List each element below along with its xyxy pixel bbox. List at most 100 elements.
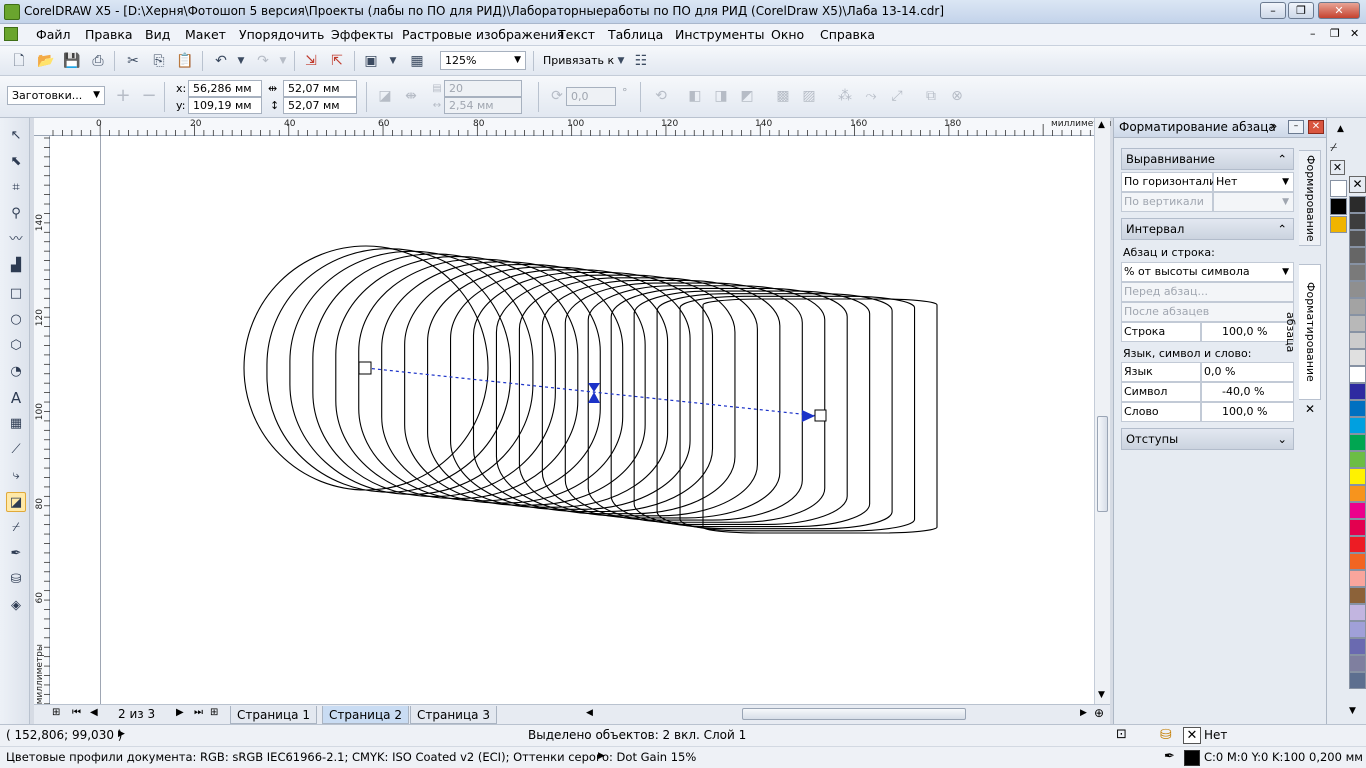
text-tool-icon[interactable]: A xyxy=(6,388,26,408)
palette-scroll-down-icon[interactable]: ▼ xyxy=(1349,706,1356,716)
docker-close-icon[interactable]: ✕ xyxy=(1308,120,1324,134)
menu-view[interactable]: Вид xyxy=(145,27,170,42)
fill-tool-icon[interactable]: ⛁ xyxy=(6,570,26,590)
last-page-icon[interactable]: ⏭ xyxy=(194,707,203,718)
vertical-ruler[interactable]: 140 120 100 80 60 миллиметры xyxy=(34,136,50,706)
undo-icon[interactable]: ↶ xyxy=(212,52,230,70)
next-page-icon[interactable]: ▶ xyxy=(176,707,184,718)
page-tab-2[interactable]: Страница 2 xyxy=(322,706,409,724)
first-page-icon[interactable]: ⏮ xyxy=(72,707,81,718)
vertical-scrollbar[interactable]: ▲ ▼ xyxy=(1094,118,1110,706)
page-tab-1[interactable]: Страница 1 xyxy=(230,706,317,724)
color-swatch[interactable] xyxy=(1349,451,1366,468)
redo-icon[interactable]: ↷ xyxy=(254,52,272,70)
color-swatch[interactable] xyxy=(1349,655,1366,672)
indents-section[interactable]: Отступы ⌄ xyxy=(1121,428,1294,450)
presets-select[interactable]: Заготовки... ▼ xyxy=(7,86,105,105)
clockwise-blend-icon[interactable]: ◨ xyxy=(712,87,730,105)
language-spacing-field[interactable]: 0,0 % xyxy=(1201,362,1294,382)
color-swatch[interactable] xyxy=(1349,502,1366,519)
x-position-field[interactable]: 56,286 мм xyxy=(188,80,262,97)
menu-text[interactable]: Текст xyxy=(558,27,595,42)
pick-tool-icon[interactable]: ↖ xyxy=(6,126,26,146)
close-button[interactable]: ✕ xyxy=(1318,2,1360,19)
doc-close-button[interactable]: ✕ xyxy=(1350,27,1359,40)
options-icon[interactable]: ☷ xyxy=(632,52,650,70)
color-swatch[interactable] xyxy=(1349,247,1366,264)
docker-collapse-icon[interactable]: » xyxy=(1270,119,1277,133)
loop-blend-icon[interactable]: ⟲ xyxy=(652,87,670,105)
import-icon[interactable]: ⇲ xyxy=(302,52,320,70)
minimize-button[interactable]: – xyxy=(1260,2,1286,19)
color-profiles-info[interactable]: Цветовые профили документа: RGB: sRGB IE… xyxy=(6,750,696,764)
scroll-up-icon[interactable]: ▲ xyxy=(1098,120,1105,130)
color-swatch[interactable] xyxy=(1349,230,1366,247)
color-swatch[interactable] xyxy=(1349,417,1366,434)
status-view-icon[interactable]: ⊡ xyxy=(1116,727,1127,742)
save-icon[interactable]: 💾 xyxy=(63,52,81,70)
basic-shapes-tool-icon[interactable]: ◔ xyxy=(6,362,26,382)
coreldraw-app-icon[interactable] xyxy=(4,4,20,20)
tab-shaping[interactable]: Формирование xyxy=(1299,150,1321,246)
after-paragraph-field[interactable]: После абзацев xyxy=(1121,302,1294,322)
menu-table[interactable]: Таблица xyxy=(608,27,663,42)
page-counter[interactable]: 2 из 3 xyxy=(118,707,155,721)
color-swatch[interactable] xyxy=(1349,281,1366,298)
color-swatch[interactable] xyxy=(1349,468,1366,485)
color-swatch[interactable] xyxy=(1349,196,1366,213)
new-document-icon[interactable]: 🗋 xyxy=(10,52,28,70)
undo-dropdown-icon[interactable]: ▼ xyxy=(232,52,250,70)
color-swatch[interactable] xyxy=(1349,604,1366,621)
y-position-field[interactable]: 109,19 мм xyxy=(188,97,262,114)
table-tool-icon[interactable]: ▦ xyxy=(6,414,26,434)
zoom-tool-icon[interactable]: ⚲ xyxy=(6,204,26,224)
more-blend-options-icon[interactable]: ⤢ xyxy=(888,87,906,105)
color-swatch[interactable] xyxy=(1349,638,1366,655)
color-swatch[interactable] xyxy=(1349,672,1366,689)
cut-icon[interactable]: ✂ xyxy=(124,52,142,70)
dimension-tool-icon[interactable]: ⟋ xyxy=(6,440,26,460)
redo-dropdown-icon[interactable]: ▼ xyxy=(274,52,292,70)
no-fill-swatch[interactable]: ✕ xyxy=(1349,176,1366,193)
color-swatch[interactable] xyxy=(1349,485,1366,502)
docker-minimize-icon[interactable]: – xyxy=(1288,120,1304,134)
word-spacing-field[interactable]: 100,0 % xyxy=(1201,402,1294,422)
menu-arrange[interactable]: Упорядочить xyxy=(239,27,324,42)
color-swatch[interactable] xyxy=(1349,315,1366,332)
path-props-icon[interactable]: ⤳ xyxy=(862,87,880,105)
navigator-icon[interactable]: ⊕ xyxy=(1094,706,1104,720)
spacing-units-select[interactable]: % от высоты символа ▼ xyxy=(1121,262,1294,282)
color-swatch[interactable] xyxy=(1330,180,1347,197)
horizontal-ruler[interactable]: 0 20 40 60 80 100 120 140 160 180 миллим… xyxy=(34,118,1111,136)
vertical-scroll-thumb[interactable] xyxy=(1097,416,1108,512)
menu-tools[interactable]: Инструменты xyxy=(675,27,764,42)
ellipse-tool-icon[interactable]: ○ xyxy=(6,310,26,330)
object-color-accel-icon[interactable]: ▩ xyxy=(774,87,792,105)
blend-spacing-field[interactable]: 2,54 мм xyxy=(444,97,522,114)
add-page-after-icon[interactable]: ⊞ xyxy=(210,707,218,718)
shape-tool-icon[interactable]: ⬉ xyxy=(6,152,26,172)
blend-direction-icon[interactable]: ◪ xyxy=(376,87,394,105)
add-page-before-icon[interactable]: ⊞ xyxy=(52,707,60,718)
crop-tool-icon[interactable]: ⌗ xyxy=(6,178,26,198)
outline-pen-icon[interactable]: ✒ xyxy=(1164,749,1175,764)
outline-tool-icon[interactable]: ✒ xyxy=(6,544,26,564)
application-launcher-icon[interactable]: ▣ xyxy=(362,52,380,70)
menu-edit[interactable]: Правка xyxy=(85,27,133,42)
spacing-section[interactable]: Интервал ⌃ xyxy=(1121,218,1294,240)
fill-bucket-icon[interactable]: ⛁ xyxy=(1160,727,1172,743)
menu-layout[interactable]: Макет xyxy=(185,27,226,42)
export-icon[interactable]: ⇱ xyxy=(328,52,346,70)
color-swatch[interactable] xyxy=(1349,587,1366,604)
prev-page-icon[interactable]: ◀ xyxy=(90,707,98,718)
color-swatch[interactable] xyxy=(1349,264,1366,281)
outline-color-swatch[interactable] xyxy=(1184,750,1200,766)
snap-dropdown-icon[interactable]: ▼ xyxy=(612,52,630,70)
polygon-tool-icon[interactable]: ⬡ xyxy=(6,336,26,356)
color-swatch[interactable] xyxy=(1349,383,1366,400)
menu-bitmaps[interactable]: Растровые изображения xyxy=(402,27,564,42)
scroll-down-icon[interactable]: ▼ xyxy=(1098,690,1105,700)
blend-drawing[interactable] xyxy=(50,136,1094,705)
counterclockwise-blend-icon[interactable]: ◩ xyxy=(738,87,756,105)
before-paragraph-field[interactable]: Перед абзац... xyxy=(1121,282,1294,302)
